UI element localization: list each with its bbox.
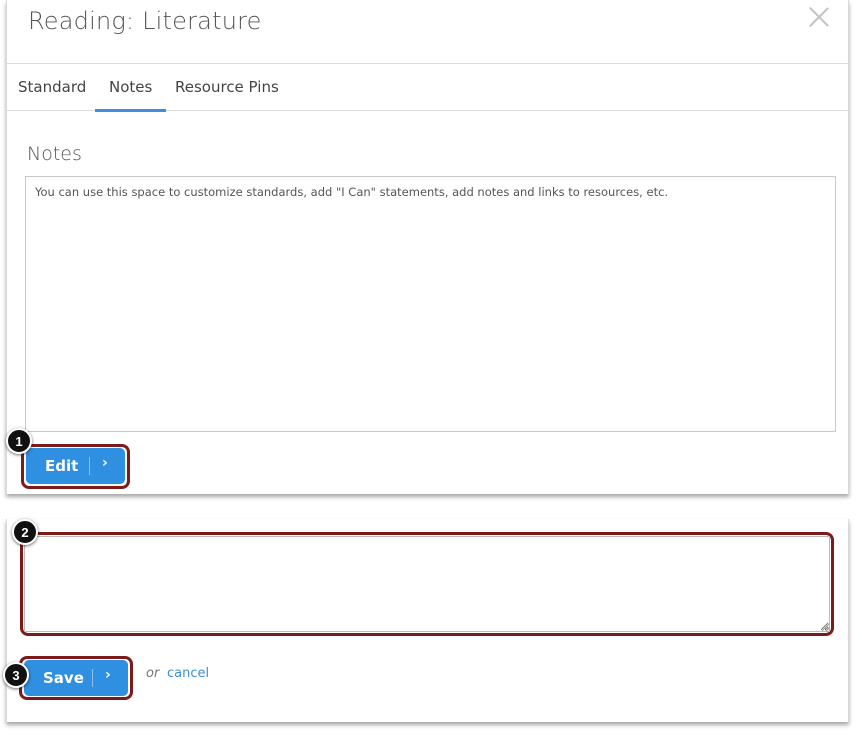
save-button[interactable]: Save › [24,660,128,696]
dialog-title: Reading: Literature [28,7,262,35]
callout-badge-3: 3 [3,662,29,688]
cancel-link[interactable]: cancel [167,666,209,681]
tab-bar: Standard Notes Resource Pins [7,63,848,112]
close-icon[interactable] [808,6,830,28]
callout-badge-2: 2 [12,519,38,545]
tab-standard[interactable]: Standard [18,64,86,111]
save-button-label: Save [43,669,84,687]
notes-editor[interactable] [24,536,830,632]
resize-handle[interactable] [821,623,829,631]
tab-notes[interactable]: Notes [95,64,167,112]
edit-button[interactable]: Edit › [26,448,125,484]
tab-resource-pins[interactable]: Resource Pins [175,64,279,111]
or-text: or [146,666,160,681]
notes-heading: Notes [27,143,82,165]
callout-badge-1: 1 [6,428,32,454]
button-divider [89,457,90,475]
edit-button-label: Edit [45,457,79,475]
notes-dialog: Reading: Literature Standard Notes Resou… [6,0,849,494]
chevron-right-icon: › [105,667,111,683]
button-divider [92,669,93,687]
notes-display: You can use this space to customize stan… [25,176,836,432]
chevron-right-icon: › [102,455,108,471]
